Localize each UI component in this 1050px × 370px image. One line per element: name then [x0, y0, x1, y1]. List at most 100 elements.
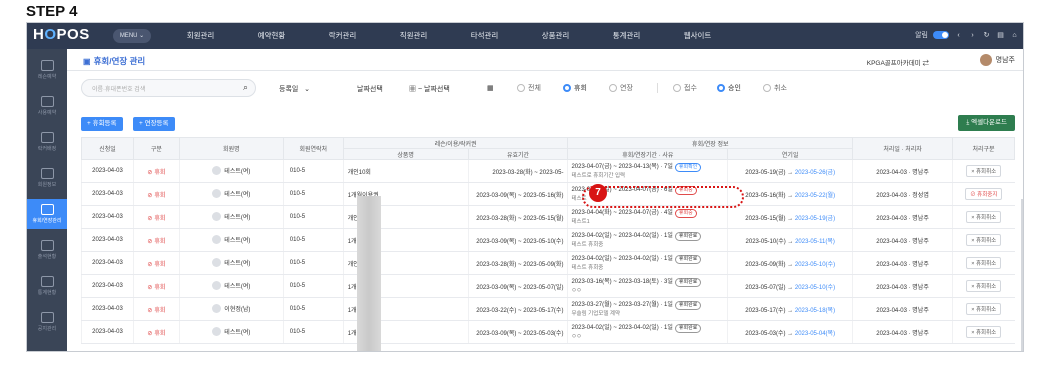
divider [657, 83, 658, 93]
app-window: HOPOS MENU ⌄ 회원관리 예약현황 락커관리 직원관리 타석관리 상품… [26, 22, 1024, 352]
cancel-pause-button[interactable]: × 휴회취소 [966, 211, 1002, 223]
logo[interactable]: HOPOS [33, 26, 90, 43]
refresh-icon[interactable]: ↻ [982, 31, 991, 40]
sidebar-item-pause-extend[interactable]: 휴회/연장관리 [27, 199, 67, 229]
cancel-pause-button[interactable]: × 휴회취소 [966, 280, 1002, 292]
stop-pause-button[interactable]: ⊘ 휴회중지 [965, 188, 1003, 200]
radio-cancelled[interactable]: 취소 [763, 83, 787, 93]
cell-action: × 휴회취소 [952, 274, 1015, 298]
sidebar-item-notice[interactable]: 공지관리 [27, 307, 67, 337]
nav-item-members[interactable]: 회원관리 [165, 23, 236, 49]
col-header: 회원명 [178, 137, 284, 160]
search-input[interactable]: 이름·휴대폰번호 검색 ⌕ [81, 79, 256, 97]
table-row[interactable]: 2023-04-03휴회테스트(여)010-51개월이용권2023-03-09(… [81, 320, 1015, 344]
title-bar: 휴회/연장 관리 KPGA골프아카데미 ⇄ 명남주 [67, 49, 1023, 71]
cell-period: 2023-03-27(월) ~ 2023-03-27(월) · 1일 휴회완료 무슬… [567, 297, 728, 321]
cell-processed: 2023-04-03 · 명남주 [852, 320, 953, 344]
cell-postpone: 2023-05-16(화) → 2023-05-22(월) [727, 182, 853, 206]
nav-item-products[interactable]: 상품관리 [520, 23, 591, 49]
cell-member[interactable]: 테스트(여) [178, 182, 284, 206]
cell-type: 휴회 [132, 320, 180, 344]
table-row[interactable]: 2023-04-03휴회테스트(여)010-5개인10회2023-03-28(화… [81, 251, 1015, 275]
cancel-pause-button[interactable]: × 휴회취소 [966, 165, 1002, 177]
date-range[interactable]: ▦ ~ 날짜선택 [409, 84, 450, 94]
table-row[interactable]: 2023-04-03휴회테스트(여)010-51개월이용권2023-03-09(… [81, 228, 1015, 252]
sidebar-item-stats[interactable]: 통계현황 [27, 271, 67, 301]
academy-selector[interactable]: KPGA골프아카데미 ⇄ [867, 57, 929, 67]
sidebar-item-lesson[interactable]: 레슨예약 [27, 55, 67, 85]
radio-received[interactable]: 접수 [673, 83, 697, 93]
table-row[interactable]: 2023-04-03휴회테스트(여)010-51개월이용권2023-03-09(… [81, 274, 1015, 298]
nav-item-reservations[interactable]: 예약현황 [236, 23, 307, 49]
nav-item-lockers[interactable]: 락커관리 [307, 23, 378, 49]
cell-date: 2023-04-03 [81, 228, 134, 252]
radio-all[interactable]: 전체 [517, 83, 541, 93]
chevron-left-icon[interactable]: ‹ [954, 31, 963, 40]
cell-member[interactable]: 테스트(여) [178, 320, 284, 344]
page-title: 휴회/연장 관리 [83, 55, 146, 67]
top-navigation-bar: HOPOS MENU ⌄ 회원관리 예약현황 락커관리 직원관리 타석관리 상품… [27, 23, 1023, 49]
avatar [212, 257, 222, 267]
cell-member[interactable]: 테스트(여) [178, 228, 284, 252]
nav-item-staff[interactable]: 직원관리 [378, 23, 449, 49]
main-content: 휴회/연장 관리 KPGA골프아카데미 ⇄ 명남주 이름·휴대폰번호 검색⌕ 등… [67, 49, 1023, 351]
scrollbar[interactable] [1021, 199, 1023, 351]
status-badge: 휴회완료 [674, 277, 702, 287]
cell-phone: 010-5 [282, 159, 344, 183]
cancel-pause-button[interactable]: × 휴회취소 [966, 326, 1002, 338]
cell-type: 휴회 [132, 228, 180, 252]
nav-item-statistics[interactable]: 통계관리 [591, 23, 662, 49]
cell-action: × 휴회취소 [952, 320, 1015, 344]
print-icon[interactable]: ▤ [996, 31, 1005, 40]
cell-action: × 휴회취소 [952, 159, 1015, 183]
status-badge: 휴회 [147, 328, 165, 337]
home-icon[interactable]: ⌂ [1010, 31, 1019, 40]
table-row[interactable]: 2023-04-03휴회테스트(여)010-5개인10회2023-03-28(화… [81, 159, 1015, 183]
date-start[interactable]: 날짜선택 [357, 84, 383, 94]
nav-item-bays[interactable]: 타석관리 [449, 23, 520, 49]
user-menu[interactable]: 명남주 [979, 54, 1015, 66]
sidebar-item-attendance[interactable]: 출석현황 [27, 235, 67, 265]
sort-select[interactable]: 등록일 ⌄ [279, 84, 310, 94]
menu-button[interactable]: MENU ⌄ [113, 29, 151, 43]
main-nav: 회원관리 예약현황 락커관리 직원관리 타석관리 상품관리 통계관리 웹사이트 [165, 23, 733, 49]
chart-icon [40, 276, 54, 287]
cell-phone: 010-5 [282, 297, 344, 321]
cell-member[interactable]: 테스트(여) [178, 251, 284, 275]
cancel-pause-button[interactable]: × 휴회취소 [966, 257, 1002, 269]
nav-item-website[interactable]: 웹사이트 [662, 23, 733, 49]
search-icon[interactable]: ⌕ [243, 82, 248, 93]
add-pause-button[interactable]: + 휴회등록 [81, 117, 123, 131]
sidebar-item-locker[interactable]: 락커배정 [27, 127, 67, 157]
cell-member[interactable]: 테스트(여) [178, 159, 284, 183]
status-badge: 휴회완료 [674, 323, 702, 333]
radio-pause[interactable]: 휴회 [563, 83, 587, 93]
cell-member[interactable]: 테스트(여) [178, 274, 284, 298]
radio-approved[interactable]: 승인 [717, 83, 741, 93]
cell-member[interactable]: 이현정(남) [178, 297, 284, 321]
status-badge: 휴회 [147, 213, 165, 222]
sidebar-item-usage[interactable]: 사용예약 [27, 91, 67, 121]
cell-period: 2023-04-07(금) ~ 2023-04-13(목) · 7일 휴회확인 테스… [567, 159, 728, 183]
sidebar-item-member[interactable]: 회원정보 [27, 163, 67, 193]
table-row[interactable]: 2023-04-03휴회테스트(여)010-5개인10회2023-03-28(화… [81, 205, 1015, 229]
cancel-pause-button[interactable]: × 휴회취소 [966, 234, 1002, 246]
avatar [212, 165, 222, 175]
cell-validity: 2023-03-28(화) ~ 2023-05- [467, 159, 568, 183]
cell-member[interactable]: 테스트(여) [178, 205, 284, 229]
cell-phone: 010-5 [282, 205, 344, 229]
add-extend-button[interactable]: + 연장등록 [133, 117, 175, 131]
excel-download-button[interactable]: ⤓ 엑셀다운로드 [958, 115, 1015, 131]
status-badge: 휴회 [147, 282, 165, 291]
calendar-icon[interactable]: ▦ [487, 84, 494, 92]
chevron-right-icon[interactable]: › [968, 31, 977, 40]
cancel-pause-button[interactable]: × 휴회취소 [966, 303, 1002, 315]
notification-toggle[interactable] [933, 31, 949, 39]
cell-phone: 010-5 [282, 228, 344, 252]
cell-validity: 2023-03-28(화) ~ 2023-05-09(화) [467, 251, 568, 275]
table-row[interactable]: 2023-04-03휴회이현정(남)010-51개월이용권2023-03-22(… [81, 297, 1015, 321]
table-row[interactable]: 2023-04-03휴회테스트(여)010-51개월이용권2023-03-09(… [81, 182, 1015, 206]
top-right-controls: 알림 ‹ › ↻ ▤ ⌂ [915, 30, 1019, 40]
radio-extend[interactable]: 연장 [609, 83, 633, 93]
cell-validity: 2023-03-09(목) ~ 2023-05-03(수) [467, 320, 568, 344]
